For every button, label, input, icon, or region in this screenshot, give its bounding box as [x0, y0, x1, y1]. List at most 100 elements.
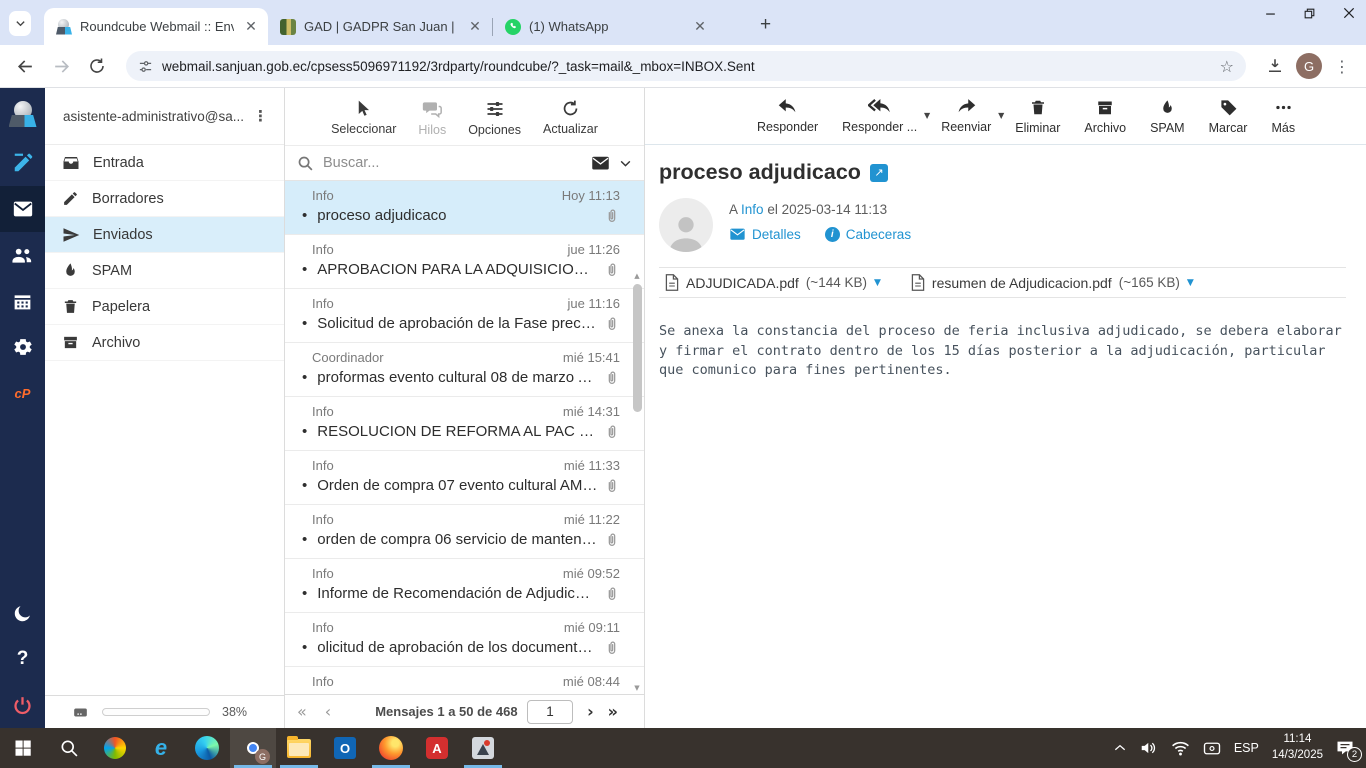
- restore-button[interactable]: [1303, 7, 1316, 20]
- copilot-icon[interactable]: [92, 728, 138, 768]
- open-in-new-window-icon[interactable]: ↗: [870, 164, 888, 182]
- notification-center-button[interactable]: 2: [1336, 740, 1354, 756]
- archive-button[interactable]: Archivo: [1084, 98, 1126, 135]
- message-row[interactable]: Infomié 14:31 •RESOLUCION DE REFORMA AL …: [285, 397, 644, 451]
- details-toggle[interactable]: Detalles: [729, 227, 801, 242]
- firefox-button[interactable]: [368, 728, 414, 768]
- search-options-chevron-icon[interactable]: [619, 157, 632, 170]
- tab-close-icon[interactable]: ✕: [242, 18, 260, 36]
- search-scope-envelope-icon[interactable]: [591, 156, 610, 171]
- bookmark-star-icon[interactable]: ☆: [1220, 57, 1234, 76]
- folder-entrada[interactable]: Entrada: [45, 145, 284, 181]
- acrobat-button[interactable]: A: [414, 728, 460, 768]
- taskbar-search-button[interactable]: [46, 728, 92, 768]
- message-row[interactable]: Infomié 09:52 •Informe de Recomendación …: [285, 559, 644, 613]
- browser-menu-button[interactable]: ⋮: [1328, 57, 1356, 76]
- minimize-button[interactable]: [1264, 7, 1277, 20]
- back-button[interactable]: [10, 51, 40, 81]
- cpanel-button[interactable]: cP: [0, 370, 45, 416]
- volume-icon[interactable]: [1140, 740, 1158, 756]
- edge-icon[interactable]: [184, 728, 230, 768]
- chrome-taskbar-button[interactable]: G: [230, 728, 276, 768]
- refresh-button[interactable]: [82, 51, 112, 81]
- headers-toggle[interactable]: i Cabeceras: [825, 227, 911, 242]
- calendar-nav-button[interactable]: [0, 278, 45, 324]
- list-scrollbar[interactable]: ▲ ▼: [631, 272, 643, 692]
- reply-button[interactable]: Responder: [757, 98, 818, 134]
- dark-mode-button[interactable]: [0, 590, 45, 636]
- attachment-menu-icon[interactable]: ▼: [874, 278, 881, 288]
- spam-button[interactable]: SPAM: [1150, 98, 1185, 135]
- logout-button[interactable]: [0, 682, 45, 728]
- site-settings-icon[interactable]: [138, 59, 153, 74]
- tab-search-button[interactable]: [9, 11, 31, 36]
- last-page-button[interactable]: »: [608, 702, 618, 721]
- message-row[interactable]: Infomié 09:11 •olicitud de aprobación de…: [285, 613, 644, 667]
- profile-avatar[interactable]: G: [1296, 53, 1322, 79]
- message-row[interactable]: Infomié 08:44: [285, 667, 644, 694]
- scroll-thumb[interactable]: [633, 284, 642, 412]
- message-row[interactable]: Infojue 11:26 •APROBACION PARA LA ADQUIS…: [285, 235, 644, 289]
- file-explorer-button[interactable]: [276, 728, 322, 768]
- scroll-up-icon[interactable]: ▲: [634, 272, 639, 280]
- folder-enviados[interactable]: Enviados: [45, 217, 284, 253]
- folder-spam[interactable]: SPAM: [45, 253, 284, 289]
- reply-all-button[interactable]: Responder ... ▼: [842, 98, 917, 134]
- attachment-name[interactable]: ADJUDICADA.pdf: [686, 275, 799, 291]
- message-row[interactable]: Infojue 11:16 •Solicitud de aprobación d…: [285, 289, 644, 343]
- mail-nav-button[interactable]: [0, 186, 45, 232]
- refresh-list-button[interactable]: Actualizar: [543, 99, 598, 136]
- close-window-button[interactable]: [1342, 6, 1356, 20]
- message-row[interactable]: Coordinadormié 15:41 •proformas evento c…: [285, 343, 644, 397]
- attachment-name[interactable]: resumen de Adjudicacion.pdf: [932, 275, 1112, 291]
- tray-expand-icon[interactable]: [1113, 741, 1127, 755]
- reply-all-caret-icon[interactable]: ▼: [924, 111, 930, 120]
- attachment-item[interactable]: resumen de Adjudicacion.pdf (~165 KB) ▼: [911, 274, 1194, 291]
- search-input[interactable]: [323, 155, 582, 171]
- folder-archivo[interactable]: Archivo: [45, 325, 284, 361]
- mark-button[interactable]: Marcar: [1209, 98, 1248, 135]
- wifi-icon[interactable]: [1171, 741, 1190, 756]
- forward-button[interactable]: [46, 51, 76, 81]
- help-button[interactable]: ?: [0, 636, 45, 682]
- threads-button[interactable]: Hilos: [418, 99, 446, 137]
- compose-button[interactable]: [0, 140, 45, 186]
- meet-now-icon[interactable]: [1203, 741, 1221, 756]
- new-tab-button[interactable]: +: [760, 14, 771, 36]
- account-menu-button[interactable]: ⋮: [245, 107, 276, 125]
- tab-roundcube[interactable]: Roundcube Webmail :: Enviados ✕: [44, 8, 268, 45]
- tab-whatsapp[interactable]: (1) WhatsApp ✕: [493, 8, 717, 45]
- attachment-item[interactable]: ADJUDICADA.pdf (~144 KB) ▼: [665, 274, 881, 291]
- more-button[interactable]: Más: [1271, 98, 1295, 135]
- downloads-button[interactable]: [1260, 51, 1290, 81]
- delete-button[interactable]: Eliminar: [1015, 98, 1060, 135]
- message-row[interactable]: InfoHoy 11:13 •proceso adjudicaco: [285, 181, 644, 235]
- java-app-button[interactable]: [460, 728, 506, 768]
- contacts-nav-button[interactable]: [0, 232, 45, 278]
- message-row[interactable]: Infomié 11:33 •Orden de compra 07 evento…: [285, 451, 644, 505]
- forward-button[interactable]: Reenviar ▼: [941, 98, 991, 134]
- select-button[interactable]: Seleccionar: [331, 99, 396, 136]
- language-indicator[interactable]: ESP: [1234, 741, 1259, 755]
- clock[interactable]: 11:14 14/3/2025: [1272, 732, 1323, 763]
- scroll-down-icon[interactable]: ▼: [634, 684, 639, 692]
- message-row[interactable]: Infomié 11:22 •orden de compra 06 servic…: [285, 505, 644, 559]
- tab-close-icon[interactable]: ✕: [691, 18, 709, 36]
- tab-gad[interactable]: GAD | GADPR San Juan | ✕: [268, 8, 492, 45]
- internet-explorer-icon[interactable]: e: [138, 728, 184, 768]
- settings-nav-button[interactable]: [0, 324, 45, 370]
- next-page-button[interactable]: ›: [587, 702, 594, 721]
- attachment-menu-icon[interactable]: ▼: [1187, 278, 1194, 288]
- forward-caret-icon[interactable]: ▼: [998, 111, 1004, 120]
- prev-page-button[interactable]: ‹: [325, 702, 331, 721]
- folder-borradores[interactable]: Borradores: [45, 181, 284, 217]
- tab-close-icon[interactable]: ✕: [466, 18, 484, 36]
- folder-papelera[interactable]: Papelera: [45, 289, 284, 325]
- recipient-link[interactable]: Info: [741, 202, 764, 217]
- first-page-button[interactable]: «: [297, 702, 307, 721]
- page-number-input[interactable]: [527, 700, 573, 724]
- url-bar[interactable]: webmail.sanjuan.gob.ec/cpsess5096971192/…: [126, 51, 1246, 81]
- outlook-button[interactable]: O: [322, 728, 368, 768]
- options-button[interactable]: Opciones: [468, 99, 521, 137]
- start-button[interactable]: [0, 728, 46, 768]
